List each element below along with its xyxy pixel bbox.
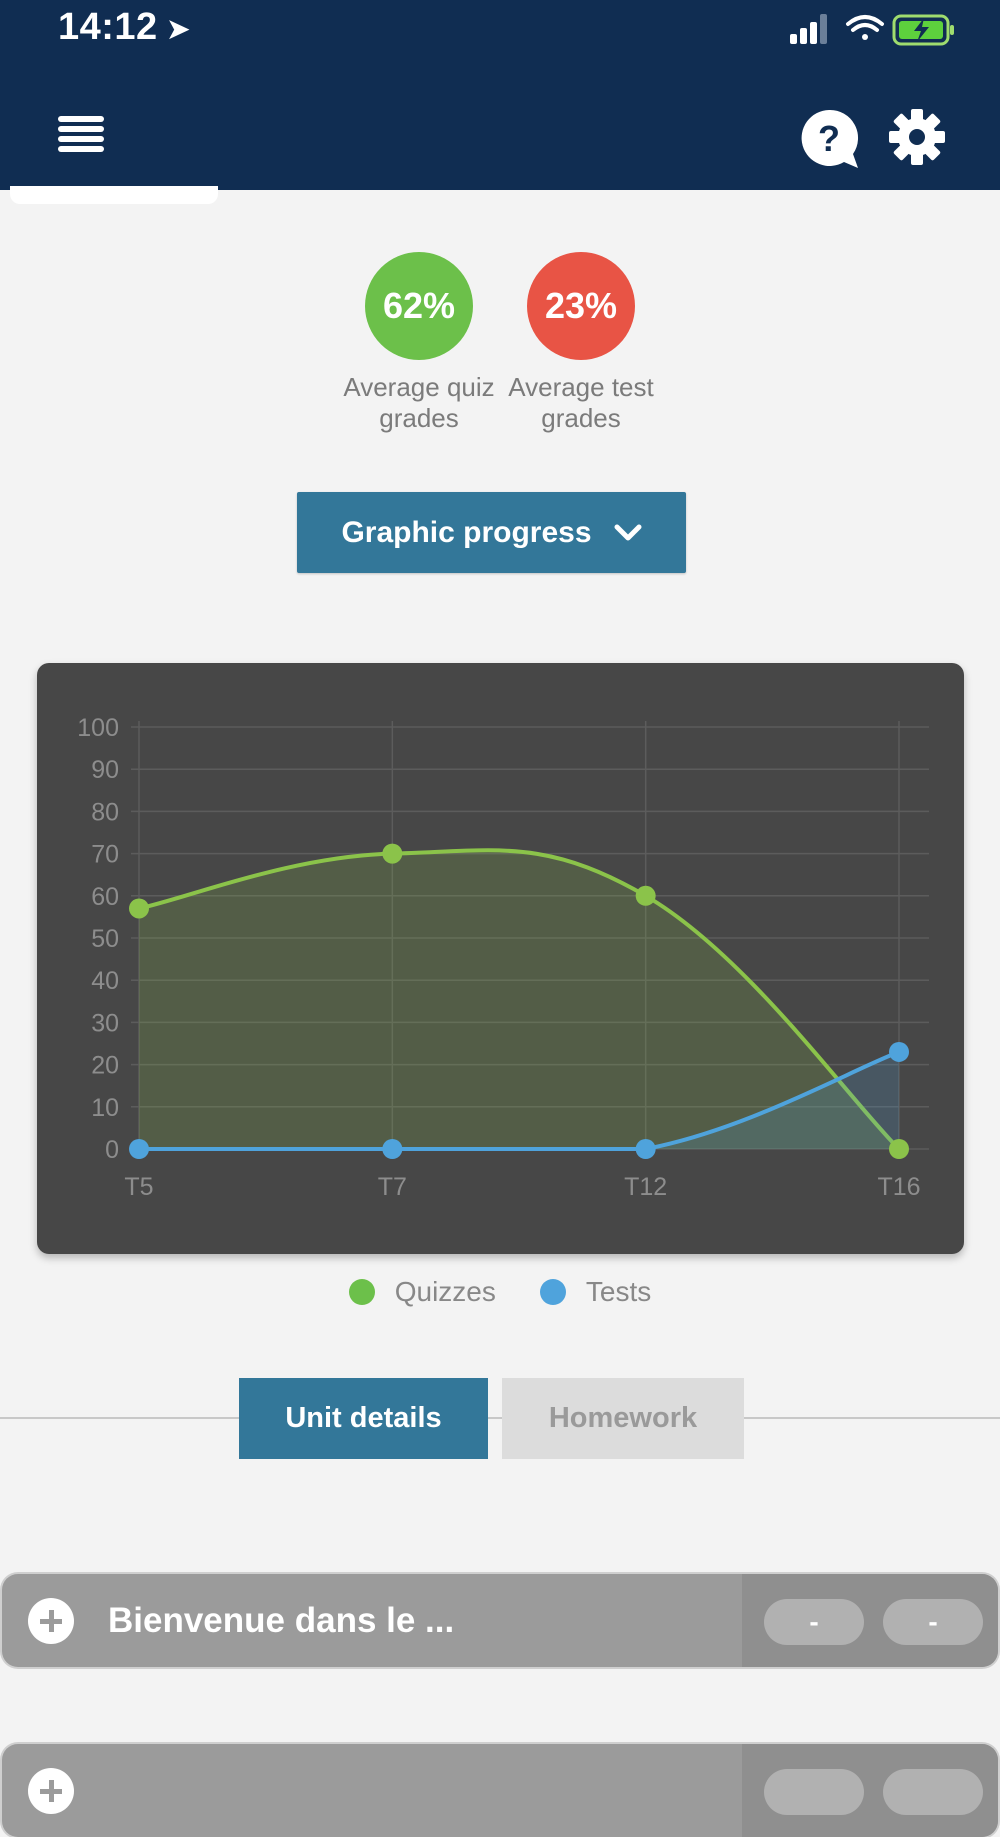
app-header: 14:12 ➤ ? xyxy=(0,0,1000,190)
x-tick-label: T16 xyxy=(877,1173,920,1201)
data-point-tests xyxy=(129,1139,149,1159)
quiz-grade-label: Average quiz grades xyxy=(343,372,495,433)
y-tick-label: 0 xyxy=(105,1136,119,1164)
y-tick-label: 80 xyxy=(91,798,119,826)
progress-chart: 0 10 20 30 40 50 60 70 80 90 100 T5 T7 T12 T16 xyxy=(37,663,964,1254)
x-tick-label: T5 xyxy=(124,1173,153,1201)
graphic-progress-label: Graphic progress xyxy=(341,515,592,549)
tab-unit-details[interactable]: Unit details xyxy=(239,1378,488,1459)
data-point-quizzes xyxy=(635,885,656,906)
y-tick-label: 20 xyxy=(91,1052,119,1080)
graphic-progress-button[interactable]: Graphic progress xyxy=(297,492,686,573)
data-point-quizzes xyxy=(889,1139,909,1159)
y-tick-label: 70 xyxy=(91,841,119,869)
data-point-quizzes xyxy=(129,898,149,919)
data-point-quizzes xyxy=(382,843,403,864)
status-time: 14:12 ➤ xyxy=(58,6,191,49)
quiz-grade-badge: 62% xyxy=(365,252,473,360)
test-grade: 23% Average test grades xyxy=(496,252,666,434)
unit-scores: - - xyxy=(742,1574,998,1667)
quiz-grade: 62% Average quiz grades xyxy=(334,252,504,434)
unit-row[interactable] xyxy=(2,1744,998,1837)
location-arrow-icon: ➤ xyxy=(165,13,192,46)
legend-quizzes-dot xyxy=(348,1279,375,1305)
legend-tests[interactable]: Tests xyxy=(539,1276,652,1308)
data-point-tests xyxy=(889,1041,909,1062)
x-tick-label: T12 xyxy=(624,1173,667,1201)
unit-scores xyxy=(742,1744,998,1837)
expand-plus-icon[interactable] xyxy=(28,1768,74,1814)
tab-homework[interactable]: Homework xyxy=(502,1378,744,1459)
tabs-divider xyxy=(0,1417,1000,1419)
unit-score-b: - xyxy=(883,1599,983,1645)
unit-title: Bienvenue dans le ... xyxy=(108,1601,455,1640)
y-tick-label: 30 xyxy=(91,1009,119,1037)
status-icons xyxy=(790,14,954,46)
unit-score-b xyxy=(883,1769,983,1815)
y-tick-label: 60 xyxy=(91,883,119,911)
unit-score-a: - xyxy=(764,1599,864,1645)
menu-icon[interactable] xyxy=(58,116,104,160)
unit-row[interactable]: Bienvenue dans le ... - - xyxy=(2,1574,998,1667)
y-tick-label: 100 xyxy=(77,714,119,742)
expand-plus-icon[interactable] xyxy=(28,1598,74,1644)
status-time-text: 14:12 xyxy=(58,6,158,48)
y-tick-label: 90 xyxy=(91,756,119,784)
y-tick-label: 50 xyxy=(91,925,119,953)
tab-stub xyxy=(10,186,218,204)
x-tick-label: T7 xyxy=(378,1173,407,1201)
battery-charging-icon xyxy=(892,14,954,46)
gear-icon[interactable] xyxy=(888,108,946,166)
help-icon[interactable]: ? xyxy=(798,108,860,170)
test-grade-badge: 23% xyxy=(527,252,635,360)
test-grade-label: Average test grades xyxy=(508,372,654,433)
unit-score-a xyxy=(764,1769,864,1815)
y-tick-label: 10 xyxy=(91,1094,119,1122)
data-point-tests xyxy=(382,1139,403,1159)
chart-legend: Quizzes Tests xyxy=(0,1276,1000,1308)
svg-text:?: ? xyxy=(818,118,840,159)
cellular-signal-icon xyxy=(790,14,827,44)
y-tick-label: 40 xyxy=(91,967,119,995)
wifi-icon xyxy=(846,15,884,40)
legend-quizzes[interactable]: Quizzes xyxy=(348,1276,496,1308)
legend-tests-label: Tests xyxy=(585,1276,652,1307)
legend-tests-dot xyxy=(539,1279,566,1305)
data-point-tests xyxy=(635,1139,656,1159)
chevron-down-icon xyxy=(614,524,642,540)
progress-chart-svg: 0 10 20 30 40 50 60 70 80 90 100 T5 T7 T12 T16 xyxy=(77,714,929,1201)
legend-quizzes-label: Quizzes xyxy=(394,1276,496,1307)
